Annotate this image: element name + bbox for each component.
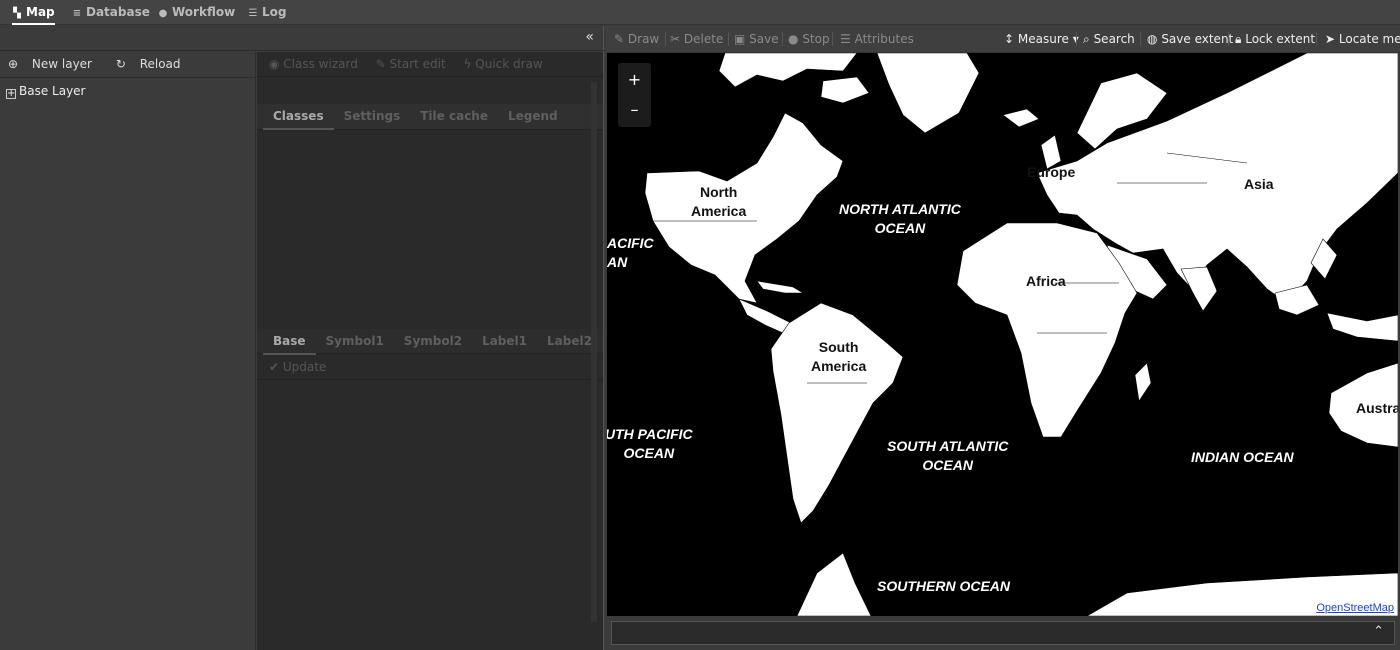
locate-me-button[interactable]: ➤ Locate me xyxy=(1325,26,1400,52)
toolbar-divider xyxy=(728,32,729,46)
class-wizard-button[interactable]: ◉ Class wizard xyxy=(269,57,358,71)
zoom-in-button[interactable]: + xyxy=(618,65,651,95)
style-tabs: Base Symbol1 Symbol2 Label1 Label2 xyxy=(257,329,603,355)
left-panel-header: « xyxy=(0,26,604,51)
tab-classes[interactable]: Classes xyxy=(263,104,334,130)
map-label-north-america: North America xyxy=(691,184,747,219)
attributes-button[interactable]: ☰ Attributes xyxy=(840,26,914,52)
map-label-indian-ocean: INDIAN OCEAN xyxy=(1191,449,1294,465)
ruler-icon: ↕ xyxy=(1004,32,1015,46)
status-bar: ⌃ xyxy=(606,616,1400,650)
layer-tree: ⊕ New layer ↻ Reload + Base Layer xyxy=(0,52,256,650)
tab-symbol2[interactable]: Symbol2 xyxy=(394,329,472,353)
plus-circle-icon: ⊕ xyxy=(8,57,19,71)
toolbar-divider xyxy=(832,32,833,46)
map-label-south-pacific: UTH PACIFIC OCEAN xyxy=(607,426,693,461)
search-icon: ⌕ xyxy=(1083,32,1090,46)
tab-workflow[interactable]: ● Workflow xyxy=(158,0,236,25)
save-extent-button[interactable]: ◍ Save extent xyxy=(1147,26,1233,52)
new-layer-button[interactable]: ⊕ New layer xyxy=(8,52,102,77)
layer-tree-toolbar: ⊕ New layer ↻ Reload xyxy=(0,52,255,78)
list-icon: ☰ xyxy=(840,32,851,46)
location-arrow-icon: ➤ xyxy=(1325,32,1336,46)
map-label-south-america: South America xyxy=(811,339,867,374)
measure-dropdown[interactable]: ↕ Measure ▾ xyxy=(1004,26,1079,52)
tab-settings[interactable]: Settings xyxy=(334,104,411,128)
update-row: ✔ Update xyxy=(257,355,603,380)
map-label-north-atlantic: NORTH ATLANTIC OCEAN xyxy=(839,201,961,236)
scissors-icon: ✂ xyxy=(670,32,681,46)
tab-map[interactable]: ▚ Map xyxy=(12,0,55,25)
toolbar-divider xyxy=(665,32,666,46)
expand-icon[interactable]: + xyxy=(6,89,16,99)
toolbar-divider xyxy=(1140,32,1141,46)
draw-button[interactable]: ✎ Draw xyxy=(614,26,659,52)
update-button[interactable]: ✔ Update xyxy=(269,360,326,374)
top-tab-bar: ▚ Map ≡ Database ● Workflow ☰ Log xyxy=(0,0,1400,25)
tab-symbol1[interactable]: Symbol1 xyxy=(316,329,394,353)
users-icon: ● xyxy=(158,8,168,19)
map-label-southern-ocean: SOUTHERN OCEAN xyxy=(877,578,1011,594)
map-label-asia: Asia xyxy=(1244,176,1274,192)
world-basemap xyxy=(644,53,1398,616)
stop-button[interactable]: ● Stop xyxy=(788,26,830,52)
toolbar-divider xyxy=(1316,32,1317,46)
properties-toolbar: ◉ Class wizard ✎ Start edit ϟ Quick draw xyxy=(257,52,603,77)
map-label-south-atlantic: SOUTH ATLANTIC OCEAN xyxy=(887,438,1009,473)
properties-scrollbar[interactable] xyxy=(591,82,597,622)
map-toolbar: ✎ Draw ✂ Delete ▣ Save ● Stop ☰ Attribut… xyxy=(606,26,1400,53)
left-panel: « ⊕ New layer ↻ Reload + Base Layer ◉ Cla… xyxy=(0,26,604,650)
lock-icon: 🔒︎ xyxy=(1235,32,1242,46)
save-button[interactable]: ▣ Save xyxy=(734,26,779,52)
lock-extent-button[interactable]: 🔒︎ Lock extent xyxy=(1235,26,1315,52)
map-label-europe: Europe xyxy=(1027,164,1076,180)
floppy-icon: ▣ xyxy=(734,32,746,46)
attribution-link[interactable]: OpenStreetMap xyxy=(1316,602,1394,614)
database-icon: ≡ xyxy=(72,8,82,19)
toolbar-divider xyxy=(1076,32,1077,46)
refresh-icon: ↻ xyxy=(115,57,126,71)
reload-button[interactable]: ↻ Reload xyxy=(116,52,191,77)
collapse-panel-icon[interactable]: « xyxy=(585,29,594,45)
tab-legend[interactable]: Legend xyxy=(498,104,568,128)
stop-icon: ● xyxy=(788,32,799,46)
toolbar-divider xyxy=(782,32,783,46)
zoom-control: + – xyxy=(618,63,651,127)
tab-database[interactable]: ≡ Database xyxy=(72,0,150,25)
quick-draw-button[interactable]: ϟ Quick draw xyxy=(464,57,543,71)
start-edit-button[interactable]: ✎ Start edit xyxy=(376,57,446,71)
delete-button[interactable]: ✂ Delete xyxy=(670,26,723,52)
toolbar-divider xyxy=(1228,32,1229,46)
properties-tabs: Classes Settings Tile cache Legend xyxy=(257,104,603,130)
tree-item-base-layer[interactable]: + Base Layer xyxy=(0,78,255,99)
map-icon: ▚ xyxy=(13,8,21,19)
tab-tile-cache[interactable]: Tile cache xyxy=(410,104,498,128)
expand-up-icon[interactable]: ⌃ xyxy=(1373,624,1384,639)
layer-properties-panel: ◉ Class wizard ✎ Start edit ϟ Quick draw… xyxy=(257,52,603,650)
zoom-out-button[interactable]: – xyxy=(618,95,651,125)
map-label-australia: Austra xyxy=(1356,400,1398,416)
status-input[interactable]: ⌃ xyxy=(611,621,1395,645)
tab-label1[interactable]: Label1 xyxy=(472,329,537,353)
tab-base[interactable]: Base xyxy=(263,329,316,355)
map-canvas[interactable]: + – North America South America Europe Asi… xyxy=(607,53,1398,616)
tab-log[interactable]: ☰ Log xyxy=(248,0,287,25)
map-label-africa: Africa xyxy=(1026,273,1066,289)
globe-icon: ◍ xyxy=(1147,32,1158,46)
list-icon: ☰ xyxy=(248,8,258,19)
map-label-pacific: ACIFIC AN xyxy=(607,235,654,270)
search-button[interactable]: ⌕ Search xyxy=(1083,26,1135,52)
pencil-icon: ✎ xyxy=(614,32,625,46)
